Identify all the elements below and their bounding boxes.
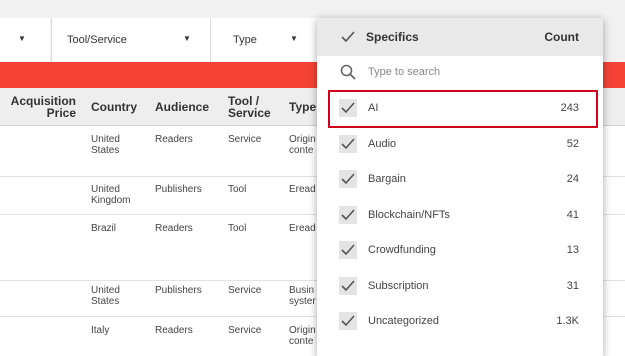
select-all-checkbox[interactable] <box>339 28 357 46</box>
item-count: 52 <box>566 138 579 150</box>
cell-tool: Tool <box>228 184 247 195</box>
check-icon <box>341 31 355 43</box>
dropdown-item-bargain[interactable]: Bargain 24 <box>317 164 603 194</box>
cell-line: United <box>91 134 120 145</box>
checkbox[interactable] <box>339 277 357 295</box>
selection-highlight-box <box>328 90 598 128</box>
cell-line: Italy <box>91 325 110 336</box>
header-line: Service <box>228 106 271 120</box>
filter-dropdown-tool-service[interactable]: Tool/Service ▼ <box>51 18 210 62</box>
filter-label: Type <box>233 34 257 46</box>
header-line: Price <box>46 106 76 120</box>
search-input[interactable]: Type to search <box>368 66 440 78</box>
cell-tool: Tool <box>228 223 247 234</box>
cell-country: United Kingdom <box>91 184 130 206</box>
check-icon <box>341 280 355 292</box>
column-header-tool-service[interactable]: Tool / Service <box>228 95 271 119</box>
caret-down-icon: ▼ <box>183 34 191 43</box>
check-icon <box>341 244 355 256</box>
item-count: 41 <box>566 209 579 221</box>
cell-tool: Service <box>228 134 262 145</box>
cell-audience: Publishers <box>155 285 202 296</box>
item-label: Uncategorized <box>368 315 439 327</box>
check-icon <box>341 315 355 327</box>
cell-audience: Readers <box>155 134 193 145</box>
dropdown-item-blockchain-nfts[interactable]: Blockchain/NFTs 41 <box>317 200 603 230</box>
item-label: Audio <box>368 138 397 150</box>
checkbox[interactable] <box>339 241 357 259</box>
item-count: 13 <box>566 244 579 256</box>
cell-tool: Service <box>228 285 262 296</box>
cell-type: Eread <box>289 223 316 234</box>
cell-line: conte <box>289 145 314 156</box>
item-count: 31 <box>566 280 579 292</box>
item-count: 24 <box>566 173 579 185</box>
caret-down-icon: ▼ <box>290 34 298 43</box>
cell-line: States <box>91 296 120 307</box>
cell-type: Busin syster <box>289 285 316 307</box>
search-icon <box>340 64 356 80</box>
dropdown-item-uncategorized[interactable]: Uncategorized 1.3K <box>317 306 603 336</box>
cell-line: Brazil <box>91 223 117 234</box>
cell-audience: Readers <box>155 223 193 234</box>
cell-line: Eread <box>289 184 316 195</box>
checkbox[interactable] <box>339 135 357 153</box>
cell-line: Origin <box>289 325 316 336</box>
checkbox[interactable] <box>339 312 357 330</box>
cell-type: Origin conte <box>289 325 316 347</box>
cell-line: Eread <box>289 223 316 234</box>
cell-type: Eread <box>289 184 316 195</box>
check-icon <box>341 138 355 150</box>
search-row[interactable]: Type to search <box>317 56 603 89</box>
caret-down-icon: ▼ <box>18 34 26 43</box>
checkbox[interactable] <box>339 206 357 224</box>
cell-line: United <box>91 285 120 296</box>
column-header-acquisition-price[interactable]: Acquisition Price <box>8 95 76 119</box>
cell-country: United States <box>91 134 120 156</box>
dropdown-item-subscription[interactable]: Subscription 31 <box>317 271 603 301</box>
cell-country: Italy <box>91 325 109 336</box>
cell-audience: Publishers <box>155 184 202 195</box>
item-label: Subscription <box>368 280 429 292</box>
cell-line: Kingdom <box>91 195 131 206</box>
cell-line: conte <box>289 336 314 347</box>
cell-audience: Readers <box>155 325 193 336</box>
cell-tool: Service <box>228 325 262 336</box>
cell-country: Brazil <box>91 223 116 234</box>
cell-type: Origin conte <box>289 134 316 156</box>
column-header-audience[interactable]: Audience <box>155 101 209 113</box>
check-icon <box>341 209 355 221</box>
cell-line: Origin <box>289 134 316 145</box>
filter-dropdown-type[interactable]: Type ▼ <box>210 18 317 62</box>
dropdown-header: Specifics Count <box>317 18 603 56</box>
cell-line: United <box>91 184 120 195</box>
column-header-type[interactable]: Type <box>289 101 316 113</box>
cell-line: Busin <box>289 285 315 296</box>
count-column-header: Count <box>544 30 579 44</box>
item-label: Crowdfunding <box>368 244 436 256</box>
dropdown-item-crowdfunding[interactable]: Crowdfunding 13 <box>317 235 603 265</box>
checkbox[interactable] <box>339 170 357 188</box>
item-label: Blockchain/NFTs <box>368 209 450 221</box>
dropdown-item-audio[interactable]: Audio 52 <box>317 129 603 159</box>
cell-line: syster <box>289 296 316 307</box>
cell-country: United States <box>91 285 120 307</box>
filter-dropdown-1[interactable]: ▼ <box>0 18 50 62</box>
item-count: 1.3K <box>556 315 579 327</box>
specifics-dropdown-panel: Specifics Count Type to search AI 243 Au… <box>317 18 603 356</box>
filter-label: Tool/Service <box>67 34 127 46</box>
check-icon <box>341 173 355 185</box>
cell-line: States <box>91 145 120 156</box>
dropdown-title: Specifics <box>366 30 419 44</box>
column-header-country[interactable]: Country <box>91 101 137 113</box>
item-label: Bargain <box>368 173 406 185</box>
